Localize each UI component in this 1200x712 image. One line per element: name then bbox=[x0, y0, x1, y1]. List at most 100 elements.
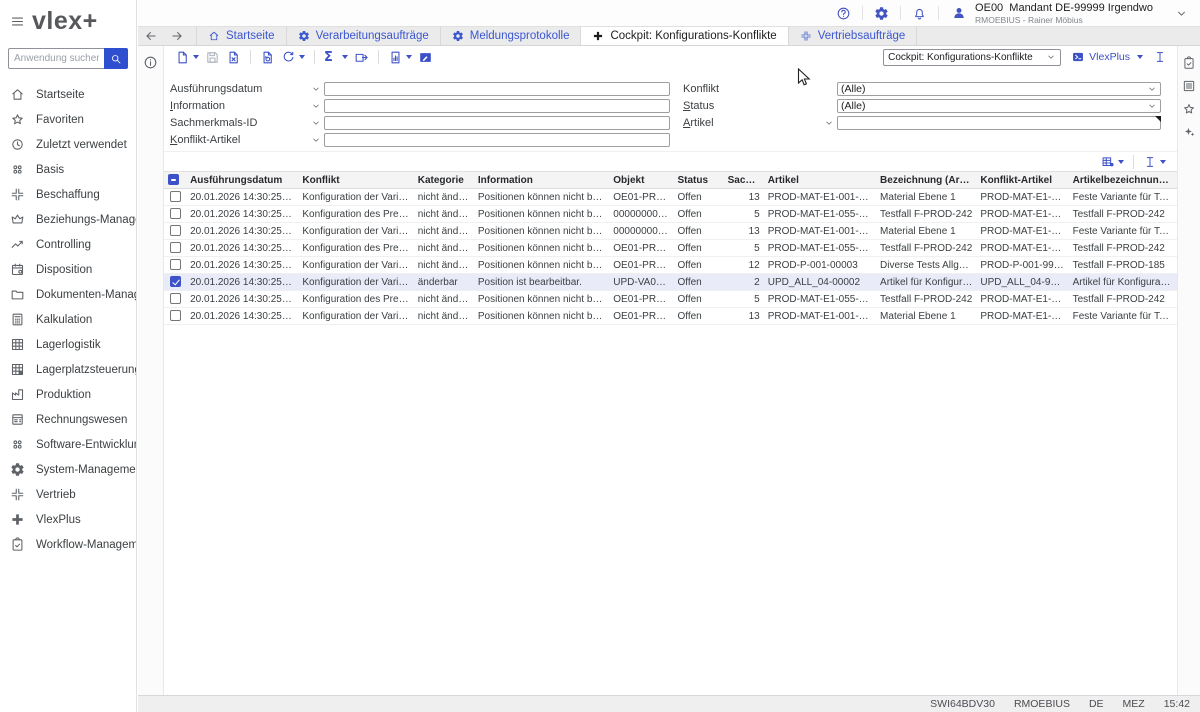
sidebar-item-kalkulation[interactable]: Kalkulation bbox=[0, 307, 136, 332]
doc-x-button[interactable] bbox=[226, 50, 241, 65]
star-icon[interactable] bbox=[1182, 102, 1196, 116]
column-header-artikelbezeichnung-k[interactable]: Artikelbezeichnung (K... bbox=[1069, 172, 1177, 189]
sigma-button[interactable]: Σ bbox=[324, 50, 348, 65]
filter-label-information: Information bbox=[170, 100, 309, 112]
export-image-icon bbox=[418, 50, 433, 65]
sidebar-item-controlling[interactable]: Controlling bbox=[0, 232, 136, 257]
tab-meldungsprotokolle[interactable]: Meldungsprotokolle bbox=[441, 27, 582, 45]
filter-input-ausführungsdatum[interactable] bbox=[324, 82, 670, 96]
sidebar-item-dokumenten-management[interactable]: Dokumenten-Management bbox=[0, 282, 136, 307]
row-checkbox[interactable] bbox=[170, 208, 181, 219]
table-row[interactable]: 20.01.2026 14:30:25.563Konfiguration der… bbox=[164, 189, 1177, 206]
refresh-button[interactable] bbox=[281, 50, 305, 65]
filter-select-konflikt[interactable]: (Alle) bbox=[837, 82, 1161, 96]
sidebar-item-favoriten[interactable]: Favoriten bbox=[0, 107, 136, 132]
row-checkbox[interactable] bbox=[170, 191, 181, 202]
doc-refresh-icon bbox=[260, 50, 275, 65]
open-window-button[interactable] bbox=[354, 50, 369, 65]
tab-startseite[interactable]: Startseite bbox=[196, 27, 287, 45]
column-header-konflikt[interactable]: Konflikt bbox=[298, 172, 413, 189]
row-checkbox[interactable] bbox=[170, 310, 181, 321]
sidebar-item-system-management[interactable]: System-Management bbox=[0, 457, 136, 482]
sidebar-item-software-entwicklung[interactable]: Software-Entwicklung bbox=[0, 432, 136, 457]
tab-vertriebsaufträge[interactable]: Vertriebsaufträge bbox=[789, 27, 918, 45]
list-box-icon[interactable] bbox=[1182, 79, 1196, 93]
doc-new-button[interactable] bbox=[175, 50, 199, 65]
sidebar-item-produktion[interactable]: Produktion bbox=[0, 382, 136, 407]
sidebar-item-lagerplatzsteuerung[interactable]: Lagerplatzsteuerung bbox=[0, 357, 136, 382]
view-select[interactable]: Cockpit: Konfigurations-Konflikte bbox=[883, 49, 1061, 66]
back-arrow-icon[interactable] bbox=[144, 29, 158, 43]
text-height-button[interactable] bbox=[1143, 155, 1166, 169]
export-image-button[interactable] bbox=[418, 50, 433, 65]
sidebar-item-rechnungswesen[interactable]: Rechnungswesen bbox=[0, 407, 136, 432]
sidebar-item-workflow-management[interactable]: Workflow-Management bbox=[0, 532, 136, 557]
column-header-kategorie[interactable]: Kategorie bbox=[414, 172, 474, 189]
vlexplus-button[interactable]: VlexPlus bbox=[1071, 50, 1143, 64]
sidebar-item-vlexplus[interactable]: VlexPlus bbox=[0, 507, 136, 532]
chevron-down-icon[interactable] bbox=[309, 118, 323, 128]
filter-select-status[interactable]: (Alle) bbox=[837, 99, 1161, 113]
column-header-status[interactable]: Status bbox=[673, 172, 723, 189]
report-button[interactable] bbox=[388, 50, 412, 65]
clipboard-check-icon[interactable] bbox=[1182, 56, 1196, 70]
row-checkbox[interactable] bbox=[170, 293, 181, 304]
text-height-icon[interactable] bbox=[1153, 50, 1167, 64]
table-row[interactable]: 20.01.2026 14:30:25.563Konfiguration der… bbox=[164, 257, 1177, 274]
home-icon bbox=[208, 30, 220, 42]
row-checkbox[interactable] bbox=[170, 259, 181, 270]
tab-cockpit-konfigurations-konflikte[interactable]: Cockpit: Konfigurations-Konflikte bbox=[581, 27, 788, 45]
topbar: OE00 Mandant DE-99999 Irgendwo RMOEBIUS … bbox=[138, 0, 1200, 26]
row-checkbox[interactable] bbox=[170, 242, 181, 253]
sidebar-item-startseite[interactable]: Startseite bbox=[0, 82, 136, 107]
table-row[interactable]: 20.01.2026 14:30:25.563Konfiguration des… bbox=[164, 291, 1177, 308]
column-header-sachm[interactable]: Sachm... bbox=[724, 172, 764, 189]
table-row[interactable]: 20.01.2026 14:30:25.563Konfiguration des… bbox=[164, 240, 1177, 257]
table-row[interactable]: 20.01.2026 14:30:25.563Konfiguration der… bbox=[164, 308, 1177, 325]
column-header-bezeichnung-artikel[interactable]: Bezeichnung (Artikel) bbox=[876, 172, 976, 189]
column-header-ausführungsdatum[interactable]: Ausführungsdatum bbox=[186, 172, 298, 189]
sidebar-item-zuletzt-verwendet[interactable]: Zuletzt verwendet bbox=[0, 132, 136, 157]
table-row[interactable]: 20.01.2026 14:30:25.563Konfiguration der… bbox=[164, 223, 1177, 240]
column-header-objekt[interactable]: Objekt bbox=[609, 172, 673, 189]
gear-icon[interactable] bbox=[874, 6, 889, 21]
sidebar-item-disposition[interactable]: Disposition bbox=[0, 257, 136, 282]
sparkles-icon[interactable] bbox=[1182, 125, 1196, 139]
user-block[interactable]: OE00 Mandant DE-99999 Irgendwo RMOEBIUS … bbox=[951, 2, 1153, 25]
sidebar-item-vertrieb[interactable]: Vertrieb bbox=[0, 482, 136, 507]
chevron-down-icon[interactable] bbox=[309, 135, 323, 145]
chevron-down-icon[interactable] bbox=[309, 101, 323, 111]
select-all-checkbox[interactable] bbox=[168, 174, 179, 185]
search-button[interactable] bbox=[104, 48, 128, 69]
row-checkbox[interactable] bbox=[170, 225, 181, 236]
menu-icon[interactable] bbox=[10, 14, 25, 29]
row-checkbox[interactable] bbox=[170, 276, 181, 287]
bell-icon[interactable] bbox=[912, 6, 927, 21]
filter-input-sachmerkmals-id[interactable] bbox=[324, 116, 670, 130]
filter-input-information[interactable] bbox=[324, 99, 670, 113]
forward-arrow-icon[interactable] bbox=[170, 29, 184, 43]
column-header-information[interactable]: Information bbox=[474, 172, 609, 189]
filter-row-konflikt-artikel: Konflikt-Artikel bbox=[170, 131, 670, 148]
chevron-down-icon[interactable] bbox=[822, 118, 836, 128]
sidebar-item-basis[interactable]: Basis bbox=[0, 157, 136, 182]
doc-refresh-button[interactable] bbox=[260, 50, 275, 65]
cell-ausführungsdatum: 20.01.2026 14:30:25.563 bbox=[186, 257, 298, 274]
filter-input-konflikt-artikel[interactable] bbox=[324, 133, 670, 147]
sidebar-item-beschaffung[interactable]: Beschaffung bbox=[0, 182, 136, 207]
table-row[interactable]: 20.01.2026 14:30:25.563Konfiguration der… bbox=[164, 274, 1177, 291]
column-header-konflikt-artikel[interactable]: Konflikt-Artikel bbox=[976, 172, 1068, 189]
table-row[interactable]: 20.01.2026 14:30:25.563Konfiguration des… bbox=[164, 206, 1177, 223]
app-search-input[interactable] bbox=[8, 48, 104, 69]
help-icon[interactable] bbox=[836, 6, 851, 21]
tab-verarbeitungsaufträge[interactable]: Verarbeitungsaufträge bbox=[287, 27, 441, 45]
sidebar-item-lagerlogistik[interactable]: Lagerlogistik bbox=[0, 332, 136, 357]
column-header-artikel[interactable]: Artikel bbox=[764, 172, 876, 189]
chevron-down-icon[interactable] bbox=[1175, 7, 1188, 20]
filter-input-artikel[interactable] bbox=[837, 116, 1161, 130]
sidebar-item-beziehungs-management[interactable]: Beziehungs-Management bbox=[0, 207, 136, 232]
chevron-down-icon[interactable] bbox=[309, 84, 323, 94]
columns-gear-button[interactable] bbox=[1101, 155, 1124, 169]
info-icon[interactable] bbox=[143, 55, 158, 70]
cell-konflikt: Konfiguration des Precons wird ber... bbox=[298, 206, 413, 223]
